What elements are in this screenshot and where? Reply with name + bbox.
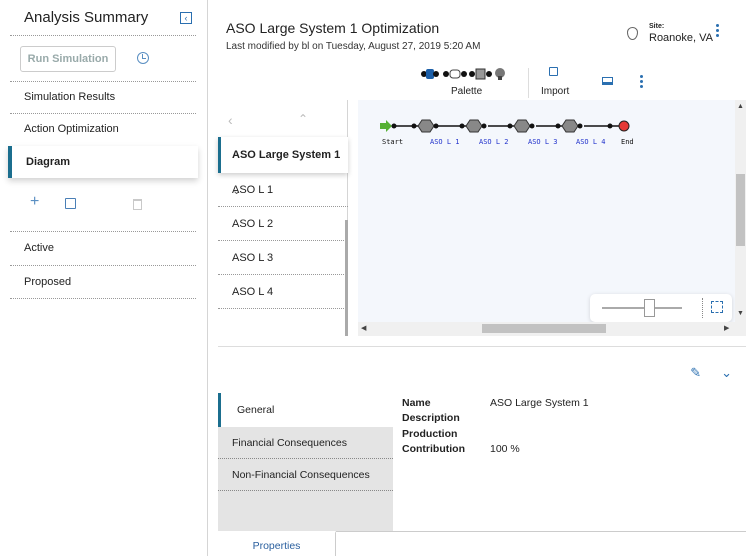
tree-panel: ‹ ⌃ ASO Large System 1 ⌄ ASO L 1 ASO L 2… (218, 100, 348, 336)
delete-icon (133, 199, 142, 210)
sidebar-item-action-optimization[interactable]: Action Optimization (10, 113, 196, 145)
run-simulation-button[interactable]: Run Simulation (20, 46, 116, 72)
flow-node-label: ASO L 1 (430, 138, 460, 146)
tab-financial-consequences[interactable]: Financial Consequences (218, 427, 393, 459)
state-active[interactable]: Active (10, 232, 196, 264)
state-proposed[interactable]: Proposed (10, 266, 196, 298)
field-label: Contribution (402, 443, 465, 455)
back-arrow-icon[interactable]: ‹ (228, 112, 233, 128)
end-node-icon (618, 120, 630, 132)
field-label: Description (402, 412, 460, 424)
palette-label[interactable]: Palette (451, 86, 482, 97)
divider (10, 35, 196, 36)
toolbar-more-icon[interactable] (640, 75, 643, 90)
edit-pencil-icon[interactable]: ✎ (690, 365, 701, 381)
details-content: Name ASO Large System 1 Description Prod… (393, 393, 746, 531)
import-icon[interactable] (549, 67, 558, 76)
field-value: 100 % (490, 443, 520, 455)
node-icon (411, 119, 439, 133)
scroll-left-icon[interactable]: ◀ (361, 324, 366, 332)
field-label: Production (402, 428, 458, 440)
field-value: ASO Large System 1 (490, 397, 589, 409)
site-label: Site: (649, 23, 665, 30)
divider (702, 298, 703, 318)
divider (10, 298, 196, 299)
copy-icon[interactable] (65, 198, 76, 209)
zoom-control (590, 294, 732, 322)
horizontal-scrollbar[interactable]: ◀ ▶ (358, 322, 746, 336)
details-tabs: General Financial Consequences Non-Finan… (218, 393, 393, 531)
zoom-track[interactable] (602, 307, 682, 309)
divider (528, 68, 529, 98)
tree-selected-label: ASO Large System 1 (232, 149, 341, 161)
details-footer: Properties (218, 531, 746, 556)
fit-to-screen-icon[interactable] (711, 301, 723, 313)
tab-non-financial-consequences[interactable]: Non-Financial Consequences (218, 459, 393, 491)
node-icon (507, 119, 535, 133)
flow-node-label: ASO L 2 (479, 138, 509, 146)
scrollbar-thumb[interactable] (482, 324, 606, 333)
add-icon[interactable]: + (30, 193, 39, 210)
tree-scrollbar[interactable] (345, 220, 348, 336)
scroll-down-icon[interactable]: ▼ (737, 310, 744, 317)
palette-icons[interactable] (420, 67, 516, 81)
sidebar-title: Analysis Summary (24, 9, 149, 26)
location-pin-icon (627, 27, 638, 40)
page-title: ASO Large System 1 Optimization (226, 20, 440, 36)
tree-item[interactable]: ASO L 2 (218, 207, 348, 241)
palette-shapes-icon[interactable] (420, 67, 516, 81)
field-label: Name (402, 397, 431, 409)
tab-properties[interactable]: Properties (218, 531, 336, 556)
tree-selected-item[interactable]: ASO Large System 1 ⌄ (218, 137, 348, 197)
up-arrow-icon[interactable]: ⌃ (298, 112, 308, 126)
flow-node-label: End (621, 138, 634, 146)
details-panel: ✎ ⌄ General Financial Consequences Non-F… (218, 346, 746, 556)
sidebar: Analysis Summary ‹ Run Simulation Simula… (0, 0, 208, 556)
node-icon (459, 119, 487, 133)
tree-item[interactable]: ASO L 3 (218, 241, 348, 275)
collapse-sidebar-icon[interactable]: ‹ (180, 12, 192, 24)
clock-icon[interactable] (137, 52, 149, 64)
sidebar-item-diagram[interactable]: Diagram (8, 146, 198, 178)
last-modified-text: Last modified by bl on Tuesday, August 2… (226, 41, 481, 52)
more-options-icon[interactable] (716, 24, 719, 39)
zoom-slider-thumb[interactable] (644, 299, 655, 317)
sidebar-item-simulation-results[interactable]: Simulation Results (10, 81, 196, 113)
tree-item[interactable]: ASO L 4 (218, 275, 348, 309)
flow-diagram (380, 119, 630, 133)
node-icon (555, 119, 583, 133)
flow-node-label: ASO L 3 (528, 138, 558, 146)
diagram-canvas[interactable]: Start ASO L 1 ASO L 2 ASO L 3 ASO L 4 En… (358, 100, 746, 336)
site-value: Roanoke, VA (649, 32, 714, 44)
tab-general[interactable]: General (218, 393, 393, 427)
scroll-right-icon[interactable]: ▶ (724, 324, 729, 332)
scroll-up-icon[interactable]: ▲ (737, 103, 744, 110)
vertical-scrollbar[interactable]: ▲ ▼ (735, 100, 746, 322)
import-label[interactable]: Import (541, 86, 569, 97)
tree-item[interactable]: ASO L 1 (218, 173, 348, 207)
scrollbar-thumb[interactable] (736, 174, 745, 246)
collapse-chevron-icon[interactable]: ⌄ (721, 365, 732, 381)
window-icon[interactable] (602, 77, 613, 85)
flow-node-label: ASO L 4 (576, 138, 606, 146)
start-arrow-icon (380, 120, 392, 132)
flow-node-label: Start (382, 138, 404, 146)
